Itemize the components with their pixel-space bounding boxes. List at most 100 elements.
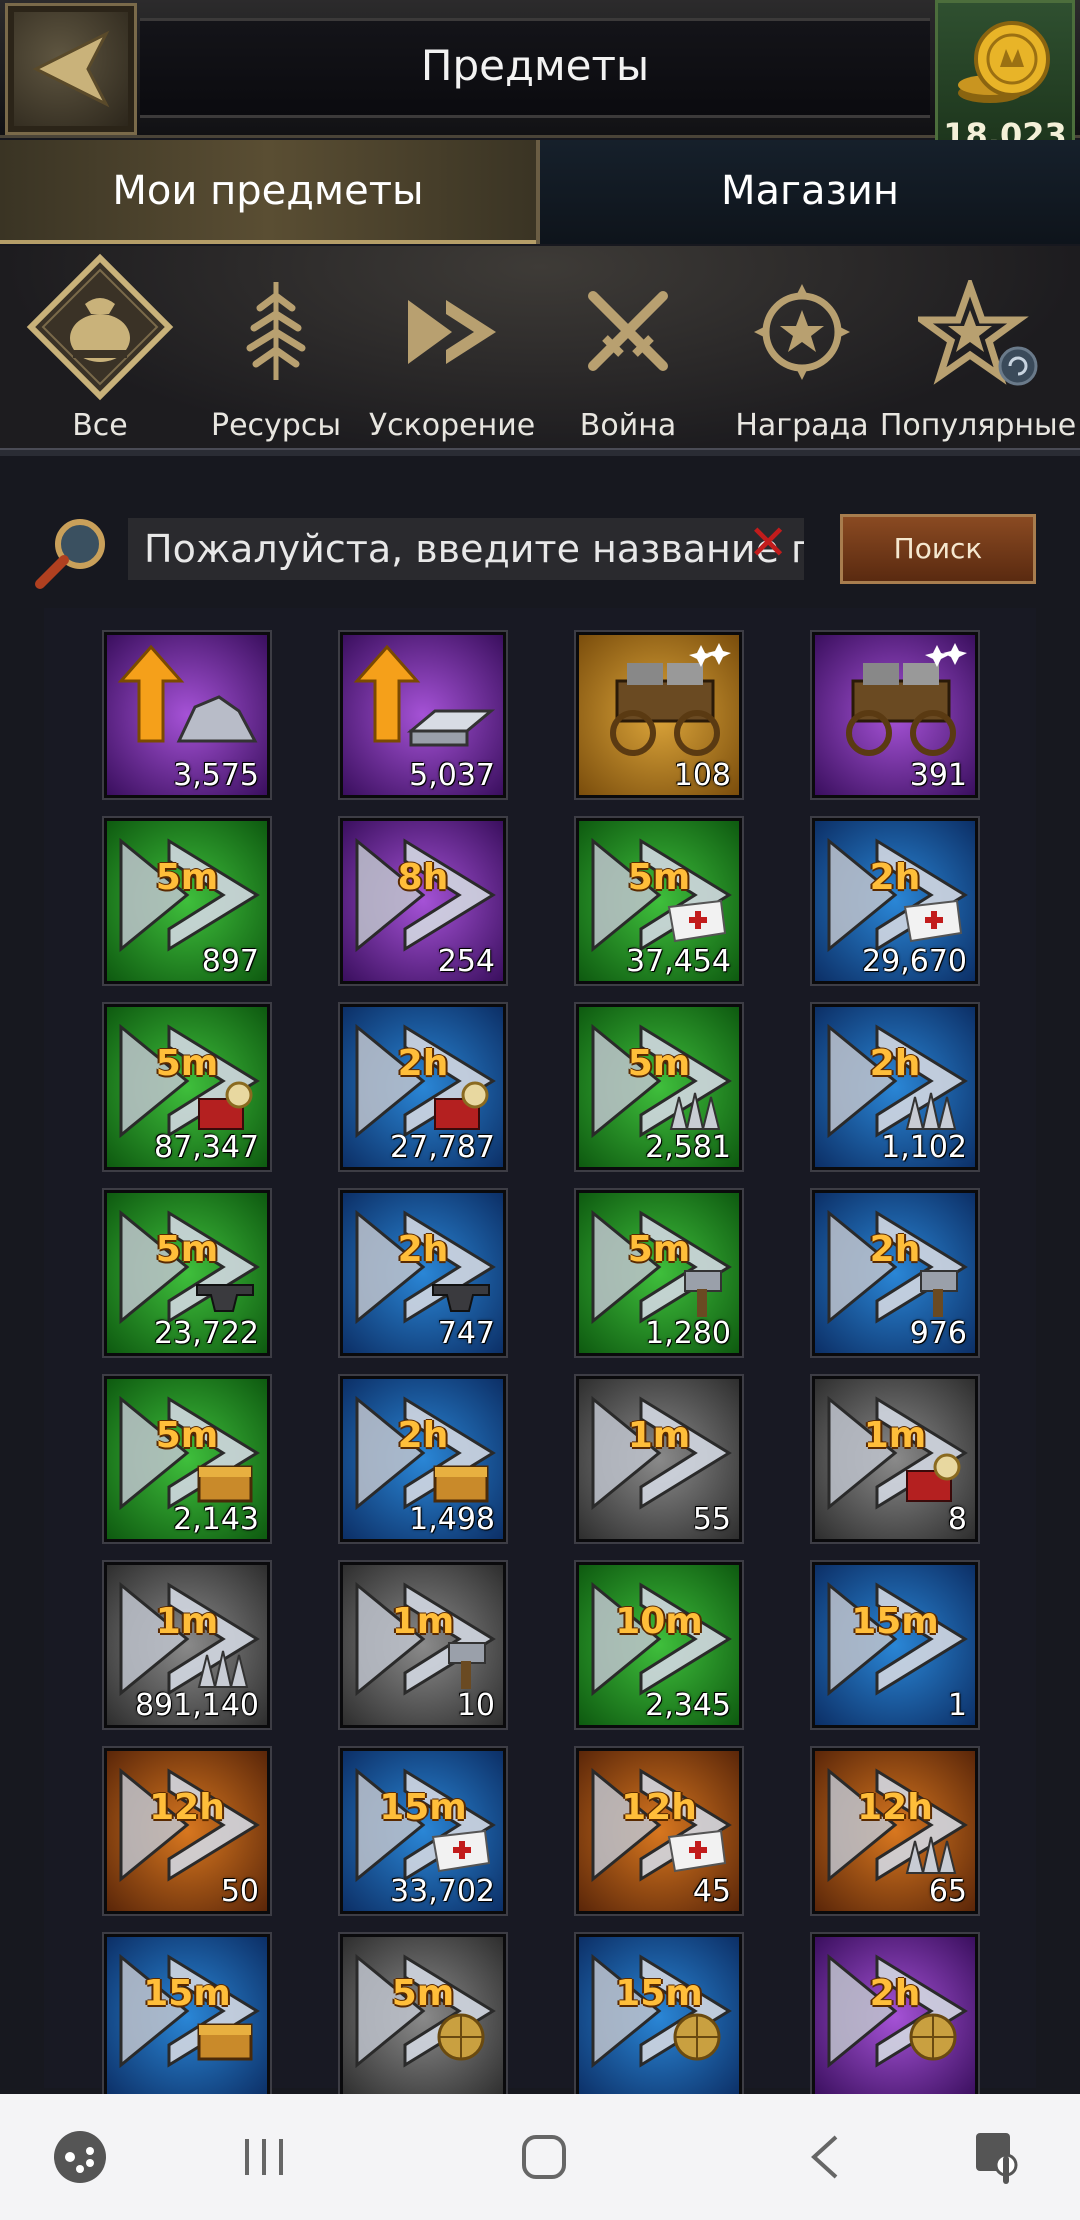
speedup-item[interactable]: 2h 1,498 xyxy=(338,1374,508,1544)
training-badge-icon xyxy=(669,1092,721,1130)
forge-badge-icon xyxy=(432,1284,490,1312)
item-duration: 5m xyxy=(155,857,219,898)
item-quantity: 29,670 xyxy=(862,944,967,979)
speedup-item[interactable]: 12h 50 xyxy=(102,1746,272,1916)
speedup-item[interactable]: 2h 747 xyxy=(338,1188,508,1358)
speedup-item[interactable]: 8h 254 xyxy=(338,816,508,986)
speedup-item[interactable]: 15m xyxy=(574,1932,744,2102)
item-duration: 2h xyxy=(397,1415,449,1456)
speedup-item[interactable]: 1m 55 xyxy=(574,1374,744,1544)
back-button[interactable] xyxy=(5,3,137,135)
item-duration: 8h xyxy=(397,857,449,898)
home-button[interactable] xyxy=(484,2094,604,2220)
item-quantity: 891,140 xyxy=(134,1688,259,1723)
training-badge-icon xyxy=(905,1092,957,1130)
item-duration: 15m xyxy=(143,1973,231,2014)
tab-divider xyxy=(536,140,540,244)
category-war[interactable]: Война xyxy=(538,246,718,446)
item-quantity: 23,722 xyxy=(154,1316,259,1351)
speedup-item[interactable]: 15m 33,702 xyxy=(338,1746,508,1916)
resource-item[interactable]: 3,575 xyxy=(102,630,272,800)
item-duration: 2h xyxy=(869,1043,921,1084)
recent-apps-button[interactable] xyxy=(204,2094,324,2220)
tab-shop[interactable]: Магазин xyxy=(540,140,1080,244)
resource-cart-icon xyxy=(610,643,731,756)
chest-badge-icon xyxy=(197,2023,253,2061)
item-quantity: 2,581 xyxy=(645,1130,731,1165)
item-duration: 5m xyxy=(155,1229,219,1270)
item-duration: 5m xyxy=(627,1229,691,1270)
category-popular[interactable]: Популярные xyxy=(880,246,1076,446)
healing-badge-icon xyxy=(903,899,963,943)
speedup-item[interactable]: 10m 2,345 xyxy=(574,1560,744,1730)
speedup-item[interactable]: 5m 23,722 xyxy=(102,1188,272,1358)
item-quantity: 5,037 xyxy=(409,758,495,793)
category-all[interactable]: Все xyxy=(10,246,190,446)
speedup-item[interactable]: 2h xyxy=(810,1932,980,2102)
speedup-item[interactable]: 5m 2,143 xyxy=(102,1374,272,1544)
speedup-item[interactable]: 5m 2,581 xyxy=(574,1002,744,1172)
speedup-item[interactable]: 2h 1,102 xyxy=(810,1002,980,1172)
item-quantity: 108 xyxy=(673,758,731,793)
speedup-item[interactable]: 12h 65 xyxy=(810,1746,980,1916)
resource-item[interactable]: 391 xyxy=(810,630,980,800)
screen-touch-button[interactable] xyxy=(940,2094,1060,2220)
item-duration: 15m xyxy=(615,1973,703,2014)
category-divider xyxy=(0,448,1080,456)
building-badge-icon xyxy=(920,1270,958,1317)
back-nav-button[interactable] xyxy=(766,2094,886,2220)
search-input[interactable] xyxy=(128,518,804,580)
star-icon xyxy=(918,280,1038,386)
speedup-item[interactable]: 15m xyxy=(102,1932,272,2102)
tab-my-items[interactable]: Мои предметы xyxy=(0,140,536,244)
building-badge-icon xyxy=(448,1642,486,1689)
item-duration: 1m xyxy=(627,1415,691,1456)
tab-bar: Мои предметы Магазин xyxy=(0,140,1080,244)
item-quantity: 8 xyxy=(947,1502,967,1537)
resource-item[interactable]: 5,037 xyxy=(338,630,508,800)
speedup-icon xyxy=(408,300,496,364)
category-reward[interactable]: Награда xyxy=(712,246,892,446)
game-launcher-button[interactable] xyxy=(20,2094,140,2220)
item-quantity: 10 xyxy=(456,1688,495,1723)
item-duration: 15m xyxy=(379,1787,467,1828)
speedup-item[interactable]: 2h 27,787 xyxy=(338,1002,508,1172)
globe-badge-icon xyxy=(673,2013,721,2061)
item-quantity: 976 xyxy=(909,1316,967,1351)
gold-coin-icon xyxy=(958,21,1050,103)
item-quantity: 1 xyxy=(947,1688,967,1723)
speedup-item[interactable]: 5m 37,454 xyxy=(574,816,744,986)
item-quantity: 65 xyxy=(928,1874,967,1909)
speedup-item[interactable]: 5m 87,347 xyxy=(102,1002,272,1172)
search-icon xyxy=(35,519,105,589)
item-quantity: 50 xyxy=(220,1874,259,1909)
speedup-item[interactable]: 1m 8 xyxy=(810,1374,980,1544)
speedup-item[interactable]: 15m 1 xyxy=(810,1560,980,1730)
speedup-item[interactable]: 1m 10 xyxy=(338,1560,508,1730)
item-duration: 1m xyxy=(391,1601,455,1642)
item-duration: 5m xyxy=(391,1973,455,2014)
speedup-item[interactable]: 5m 1,280 xyxy=(574,1188,744,1358)
resource-item[interactable]: 108 xyxy=(574,630,744,800)
speedup-item[interactable]: 1m 891,140 xyxy=(102,1560,272,1730)
training-badge-icon xyxy=(197,1650,249,1688)
tab-my-items-label: Мои предметы xyxy=(112,168,424,214)
back-icon xyxy=(811,2135,838,2179)
item-duration: 12h xyxy=(857,1787,933,1828)
speedup-item[interactable]: 12h 45 xyxy=(574,1746,744,1916)
category-resources[interactable]: Ресурсы xyxy=(186,246,366,446)
category-speedup[interactable]: Ускорение xyxy=(362,246,542,446)
clear-icon[interactable]: ✕ xyxy=(748,518,788,568)
resource-cart-icon xyxy=(846,643,967,756)
item-duration: 1m xyxy=(863,1415,927,1456)
speedup-item[interactable]: 2h 976 xyxy=(810,1188,980,1358)
item-duration: 2h xyxy=(397,1229,449,1270)
item-duration: 1m xyxy=(155,1601,219,1642)
item-quantity: 254 xyxy=(437,944,495,979)
speedup-item[interactable]: 5m xyxy=(338,1932,508,2102)
search-button[interactable]: Поиск xyxy=(840,514,1036,584)
speedup-item[interactable]: 5m 897 xyxy=(102,816,272,986)
healing-badge-icon xyxy=(667,1829,727,1873)
research-badge-icon xyxy=(906,1453,961,1502)
speedup-item[interactable]: 2h 29,670 xyxy=(810,816,980,986)
